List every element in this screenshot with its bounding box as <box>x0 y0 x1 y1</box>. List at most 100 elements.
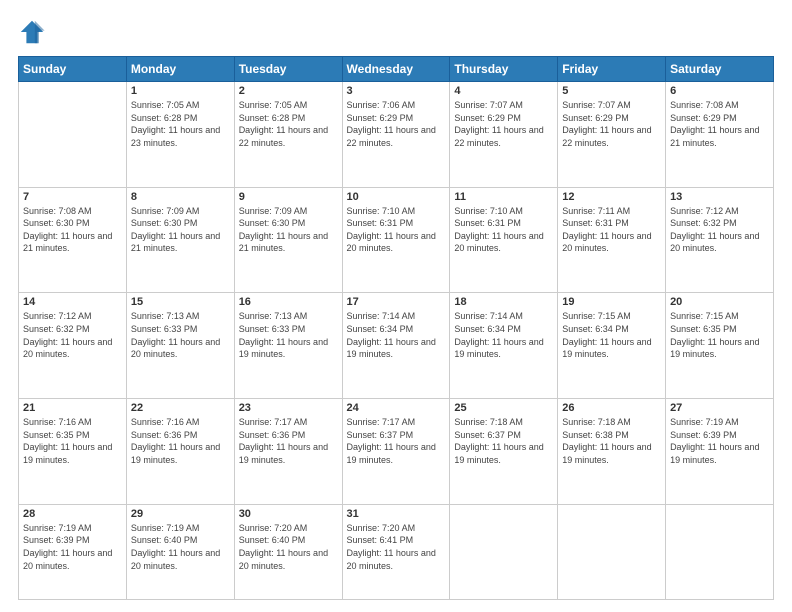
calendar-cell: 8 Sunrise: 7:09 AMSunset: 6:30 PMDaylight… <box>126 187 234 293</box>
calendar-cell: 20 Sunrise: 7:15 AMSunset: 6:35 PMDayligh… <box>666 293 774 399</box>
calendar-cell: 23 Sunrise: 7:17 AMSunset: 6:36 PMDayligh… <box>234 399 342 505</box>
day-number: 31 <box>347 508 446 520</box>
cell-info: Sunrise: 7:10 AMSunset: 6:31 PMDaylight:… <box>454 205 553 255</box>
day-number: 11 <box>454 191 553 203</box>
cell-info: Sunrise: 7:08 AMSunset: 6:30 PMDaylight:… <box>23 205 122 255</box>
cell-info: Sunrise: 7:05 AMSunset: 6:28 PMDaylight:… <box>239 99 338 149</box>
calendar-cell: 4 Sunrise: 7:07 AMSunset: 6:29 PMDaylight… <box>450 82 558 188</box>
day-number: 16 <box>239 296 338 308</box>
cell-info: Sunrise: 7:07 AMSunset: 6:29 PMDaylight:… <box>562 99 661 149</box>
cell-info: Sunrise: 7:14 AMSunset: 6:34 PMDaylight:… <box>454 310 553 360</box>
day-number: 25 <box>454 402 553 414</box>
day-number: 14 <box>23 296 122 308</box>
calendar-day-header: Saturday <box>666 57 774 82</box>
logo <box>18 18 50 46</box>
day-number: 13 <box>670 191 769 203</box>
day-number: 6 <box>670 85 769 97</box>
cell-info: Sunrise: 7:08 AMSunset: 6:29 PMDaylight:… <box>670 99 769 149</box>
day-number: 8 <box>131 191 230 203</box>
day-number: 29 <box>131 508 230 520</box>
cell-info: Sunrise: 7:13 AMSunset: 6:33 PMDaylight:… <box>239 310 338 360</box>
day-number: 10 <box>347 191 446 203</box>
calendar-cell: 11 Sunrise: 7:10 AMSunset: 6:31 PMDayligh… <box>450 187 558 293</box>
calendar-week-row: 1Sunrise: 7:05 AMSunset: 6:28 PMDaylight… <box>19 82 774 188</box>
calendar-cell: 18 Sunrise: 7:14 AMSunset: 6:34 PMDayligh… <box>450 293 558 399</box>
cell-info: Sunrise: 7:20 AMSunset: 6:40 PMDaylight:… <box>239 522 338 572</box>
calendar-cell: 3 Sunrise: 7:06 AMSunset: 6:29 PMDaylight… <box>342 82 450 188</box>
cell-info: Sunrise: 7:09 AMSunset: 6:30 PMDaylight:… <box>239 205 338 255</box>
calendar-cell: 26 Sunrise: 7:18 AMSunset: 6:38 PMDayligh… <box>558 399 666 505</box>
calendar-cell: 17 Sunrise: 7:14 AMSunset: 6:34 PMDayligh… <box>342 293 450 399</box>
calendar-day-header: Wednesday <box>342 57 450 82</box>
header <box>18 18 774 46</box>
calendar-day-header: Friday <box>558 57 666 82</box>
calendar-cell: 28 Sunrise: 7:19 AMSunset: 6:39 PMDayligh… <box>19 504 127 599</box>
calendar-cell: 5 Sunrise: 7:07 AMSunset: 6:29 PMDaylight… <box>558 82 666 188</box>
calendar-day-header: Monday <box>126 57 234 82</box>
calendar-week-row: 21 Sunrise: 7:16 AMSunset: 6:35 PMDayligh… <box>19 399 774 505</box>
cell-info: Sunrise: 7:05 AMSunset: 6:28 PMDaylight:… <box>131 99 230 149</box>
day-number: 18 <box>454 296 553 308</box>
cell-info: Sunrise: 7:16 AMSunset: 6:36 PMDaylight:… <box>131 416 230 466</box>
cell-info: Sunrise: 7:17 AMSunset: 6:37 PMDaylight:… <box>347 416 446 466</box>
cell-info: Sunrise: 7:19 AMSunset: 6:39 PMDaylight:… <box>670 416 769 466</box>
calendar-day-header: Tuesday <box>234 57 342 82</box>
cell-info: Sunrise: 7:18 AMSunset: 6:38 PMDaylight:… <box>562 416 661 466</box>
day-number: 7 <box>23 191 122 203</box>
day-number: 19 <box>562 296 661 308</box>
calendar-cell: 25Sunrise: 7:18 AMSunset: 6:37 PMDayligh… <box>450 399 558 505</box>
calendar-cell: 16 Sunrise: 7:13 AMSunset: 6:33 PMDayligh… <box>234 293 342 399</box>
calendar-cell: 30 Sunrise: 7:20 AMSunset: 6:40 PMDayligh… <box>234 504 342 599</box>
day-number: 30 <box>239 508 338 520</box>
day-number: 17 <box>347 296 446 308</box>
cell-info: Sunrise: 7:19 AMSunset: 6:39 PMDaylight:… <box>23 522 122 572</box>
cell-info: Sunrise: 7:12 AMSunset: 6:32 PMDaylight:… <box>670 205 769 255</box>
calendar-cell <box>666 504 774 599</box>
calendar-cell <box>19 82 127 188</box>
calendar-cell <box>558 504 666 599</box>
cell-info: Sunrise: 7:12 AMSunset: 6:32 PMDaylight:… <box>23 310 122 360</box>
calendar-cell: 13 Sunrise: 7:12 AMSunset: 6:32 PMDayligh… <box>666 187 774 293</box>
cell-info: Sunrise: 7:10 AMSunset: 6:31 PMDaylight:… <box>347 205 446 255</box>
calendar-header-row: SundayMondayTuesdayWednesdayThursdayFrid… <box>19 57 774 82</box>
calendar-cell: 14 Sunrise: 7:12 AMSunset: 6:32 PMDayligh… <box>19 293 127 399</box>
cell-info: Sunrise: 7:06 AMSunset: 6:29 PMDaylight:… <box>347 99 446 149</box>
day-number: 4 <box>454 85 553 97</box>
calendar-cell: 2 Sunrise: 7:05 AMSunset: 6:28 PMDaylight… <box>234 82 342 188</box>
cell-info: Sunrise: 7:13 AMSunset: 6:33 PMDaylight:… <box>131 310 230 360</box>
cell-info: Sunrise: 7:15 AMSunset: 6:34 PMDaylight:… <box>562 310 661 360</box>
calendar-table: SundayMondayTuesdayWednesdayThursdayFrid… <box>18 56 774 600</box>
cell-info: Sunrise: 7:15 AMSunset: 6:35 PMDaylight:… <box>670 310 769 360</box>
page: SundayMondayTuesdayWednesdayThursdayFrid… <box>0 0 792 612</box>
calendar-cell: 24Sunrise: 7:17 AMSunset: 6:37 PMDayligh… <box>342 399 450 505</box>
day-number: 23 <box>239 402 338 414</box>
calendar-week-row: 14 Sunrise: 7:12 AMSunset: 6:32 PMDayligh… <box>19 293 774 399</box>
day-number: 2 <box>239 85 338 97</box>
cell-info: Sunrise: 7:14 AMSunset: 6:34 PMDaylight:… <box>347 310 446 360</box>
calendar-cell <box>450 504 558 599</box>
calendar-cell: 10 Sunrise: 7:10 AMSunset: 6:31 PMDayligh… <box>342 187 450 293</box>
calendar-cell: 7 Sunrise: 7:08 AMSunset: 6:30 PMDaylight… <box>19 187 127 293</box>
calendar-cell: 22Sunrise: 7:16 AMSunset: 6:36 PMDayligh… <box>126 399 234 505</box>
calendar-cell: 6 Sunrise: 7:08 AMSunset: 6:29 PMDaylight… <box>666 82 774 188</box>
calendar-cell: 31Sunrise: 7:20 AMSunset: 6:41 PMDayligh… <box>342 504 450 599</box>
calendar-cell: 27Sunrise: 7:19 AMSunset: 6:39 PMDayligh… <box>666 399 774 505</box>
cell-info: Sunrise: 7:16 AMSunset: 6:35 PMDaylight:… <box>23 416 122 466</box>
day-number: 26 <box>562 402 661 414</box>
day-number: 20 <box>670 296 769 308</box>
calendar-cell: 21 Sunrise: 7:16 AMSunset: 6:35 PMDayligh… <box>19 399 127 505</box>
cell-info: Sunrise: 7:19 AMSunset: 6:40 PMDaylight:… <box>131 522 230 572</box>
cell-info: Sunrise: 7:07 AMSunset: 6:29 PMDaylight:… <box>454 99 553 149</box>
day-number: 21 <box>23 402 122 414</box>
day-number: 3 <box>347 85 446 97</box>
cell-info: Sunrise: 7:11 AMSunset: 6:31 PMDaylight:… <box>562 205 661 255</box>
calendar-day-header: Thursday <box>450 57 558 82</box>
cell-info: Sunrise: 7:17 AMSunset: 6:36 PMDaylight:… <box>239 416 338 466</box>
day-number: 5 <box>562 85 661 97</box>
cell-info: Sunrise: 7:09 AMSunset: 6:30 PMDaylight:… <box>131 205 230 255</box>
calendar-cell: 19 Sunrise: 7:15 AMSunset: 6:34 PMDayligh… <box>558 293 666 399</box>
calendar-week-row: 28 Sunrise: 7:19 AMSunset: 6:39 PMDayligh… <box>19 504 774 599</box>
calendar-week-row: 7 Sunrise: 7:08 AMSunset: 6:30 PMDaylight… <box>19 187 774 293</box>
logo-icon <box>18 18 46 46</box>
day-number: 28 <box>23 508 122 520</box>
